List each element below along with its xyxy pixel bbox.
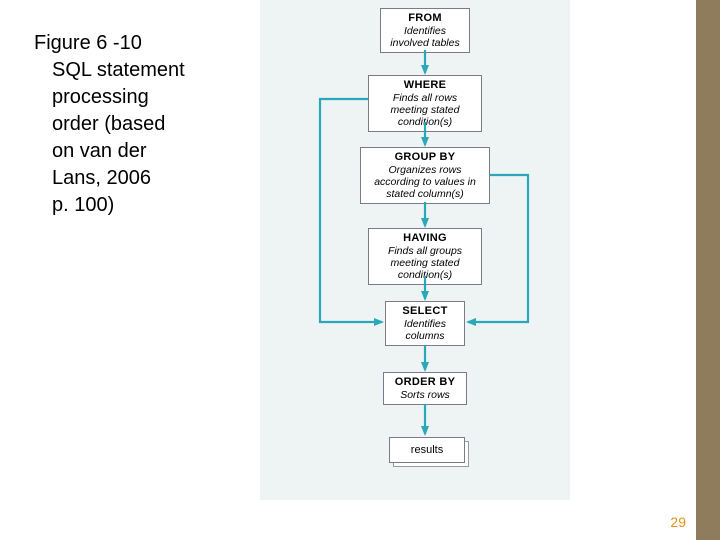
page-number: 29 [670,514,686,530]
node-desc: Finds all rows meeting stated condition(… [373,92,477,128]
node-desc: Finds all groups meeting stated conditio… [373,245,477,281]
caption-line: on van der [34,138,224,165]
node-group: GROUP BY Organizes rows according to val… [360,147,490,204]
node-desc: Identifies involved tables [385,25,465,49]
node-title: WHERE [373,79,477,92]
caption-line: p. 100) [34,192,224,219]
node-title: FROM [385,12,465,25]
node-from: FROM Identifies involved tables [380,8,470,53]
node-desc: Organizes rows according to values in st… [365,164,485,200]
node-desc: Sorts rows [388,389,462,401]
caption-line: SQL statement [34,57,224,84]
node-title: GROUP BY [365,151,485,164]
node-title: SELECT [390,305,460,318]
node-results: results [389,437,465,463]
node-title: ORDER BY [388,376,462,389]
node-desc: Identifies columns [390,318,460,342]
node-title: HAVING [373,232,477,245]
results-label: results [411,444,443,456]
accent-sidebar [696,0,720,540]
caption-line: processing [34,84,224,111]
caption-line: order (based [34,111,224,138]
node-where: WHERE Finds all rows meeting stated cond… [368,75,482,132]
caption-line: Figure 6 -10 [34,32,142,54]
figure-caption: Figure 6 -10 SQL statement processing or… [34,30,224,219]
node-having: HAVING Finds all groups meeting stated c… [368,228,482,285]
caption-line: Lans, 2006 [34,165,224,192]
node-order: ORDER BY Sorts rows [383,372,467,405]
node-select: SELECT Identifies columns [385,301,465,346]
